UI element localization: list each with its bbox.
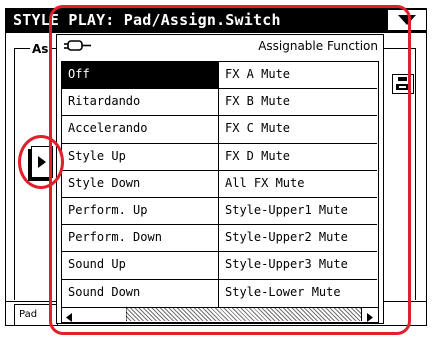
list-item[interactable]: Style-Upper2 Mute	[219, 225, 377, 251]
popup-title: Assignable Function	[258, 39, 378, 53]
list-row[interactable]: Perform. Down Style-Upper2 Mute	[62, 225, 377, 253]
assign-group-label: As	[30, 42, 51, 56]
list-row[interactable]: Off FX A Mute	[62, 62, 377, 90]
list-item[interactable]: Style-Lower Mute	[219, 280, 377, 307]
list-item[interactable]: Accelerando	[62, 116, 219, 143]
list-item[interactable]: FX B Mute	[219, 89, 377, 115]
expand-list-button[interactable]	[31, 146, 53, 178]
triangle-down-icon	[398, 15, 416, 25]
list-item[interactable]: Off	[62, 62, 219, 89]
scroll-track[interactable]	[126, 308, 362, 321]
tab-pad[interactable]: Pad	[14, 304, 58, 326]
arrow-left-icon	[66, 313, 72, 322]
scroll-right-button[interactable]	[361, 308, 378, 322]
list-item[interactable]: Perform. Up	[62, 198, 219, 225]
list-row[interactable]: Ritardando FX B Mute	[62, 89, 377, 117]
list-item[interactable]: Sound Up	[62, 252, 219, 279]
save-icon[interactable]	[392, 74, 414, 94]
arrow-right-icon	[38, 156, 46, 168]
list-item[interactable]: Sound Down	[62, 279, 219, 307]
list-row[interactable]: Sound Down Style-Lower Mute	[62, 279, 377, 307]
arrow-right-icon	[367, 313, 373, 322]
list-item[interactable]: Style-Upper1 Mute	[219, 198, 377, 224]
list-item[interactable]: Perform. Down	[62, 225, 219, 252]
window-title: STYLE PLAY: Pad/Assign.Switch	[5, 8, 427, 32]
page-menu-button[interactable]	[387, 9, 427, 31]
scroll-thumb[interactable]	[78, 308, 127, 321]
list-item[interactable]: Ritardando	[62, 89, 219, 116]
list-item[interactable]: FX C Mute	[219, 116, 377, 142]
list-row[interactable]: Style Down All FX Mute	[62, 170, 377, 198]
list-row[interactable]: Perform. Up Style-Upper1 Mute	[62, 198, 377, 226]
list-item[interactable]: All FX Mute	[219, 171, 377, 197]
list-item[interactable]: Style-Upper3 Mute	[219, 252, 377, 278]
assignable-function-popup: Assignable Function Off FX A Mute Ritardan…	[56, 34, 384, 324]
function-list[interactable]: Off FX A Mute Ritardando FX B Mute Acceleran…	[61, 61, 379, 309]
screen: STYLE PLAY: Pad/Assign.Switch As Pad Ass…	[0, 0, 442, 340]
list-item[interactable]: Style Up	[62, 143, 219, 170]
list-row[interactable]: Sound Up Style-Upper3 Mute	[62, 252, 377, 280]
horizontal-scrollbar[interactable]	[61, 307, 379, 323]
popup-header: Assignable Function	[57, 35, 382, 59]
list-row[interactable]: Style Up FX D Mute	[62, 143, 377, 171]
list-item[interactable]: Style Down	[62, 170, 219, 197]
list-item[interactable]: FX A Mute	[219, 62, 377, 88]
list-item[interactable]: FX D Mute	[219, 144, 377, 170]
scroll-left-button[interactable]	[62, 308, 79, 322]
list-row[interactable]: Accelerando FX C Mute	[62, 116, 377, 144]
plug-icon	[64, 40, 91, 51]
